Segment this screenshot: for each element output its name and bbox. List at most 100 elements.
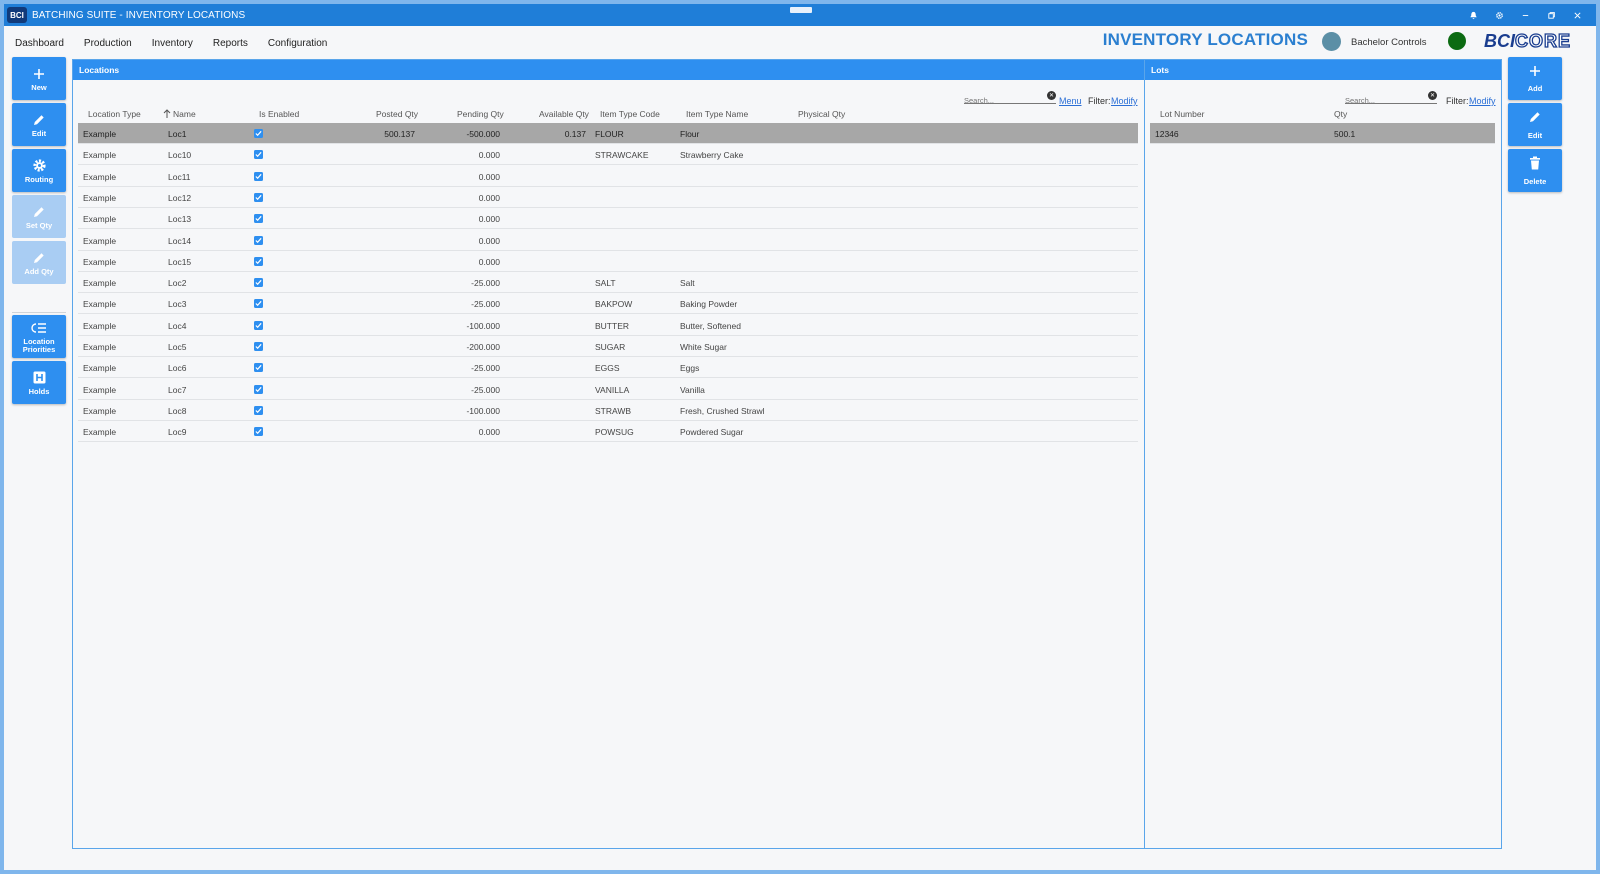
lots-filter-modify-link[interactable]: Modify <box>1469 96 1496 106</box>
table-row[interactable]: Example Loc4 -100.000 BUTTER Butter, Softene… <box>78 315 1138 336</box>
menu-configuration[interactable]: Configuration <box>268 38 327 49</box>
holds-button[interactable]: Holds <box>12 361 66 404</box>
brand-suffix: CORE <box>1514 30 1572 51</box>
cell-pending-qty: 0.000 <box>478 214 500 225</box>
menu-reports[interactable]: Reports <box>213 38 248 49</box>
add-lot-button[interactable]: Add <box>1508 57 1562 100</box>
column-header-posted-qty[interactable]: Posted Qty <box>376 109 418 119</box>
add-qty-button[interactable]: Add Qty <box>12 241 66 284</box>
is-enabled-checkbox[interactable] <box>254 235 263 245</box>
locations-filter-modify-link[interactable]: Modify <box>1111 96 1138 106</box>
column-header-item-type-code[interactable]: Item Type Code <box>600 109 660 119</box>
app-window: BCI BATCHING SUITE - INVENTORY LOCATIONS… <box>4 4 1596 870</box>
is-enabled-checkbox[interactable] <box>254 150 263 160</box>
column-header-physical-qty[interactable]: Physical Qty <box>798 109 845 119</box>
is-enabled-checkbox[interactable] <box>254 171 263 181</box>
is-enabled-checkbox[interactable] <box>254 129 263 138</box>
cell-item-type-code: STRAWB <box>595 405 632 416</box>
routing-button[interactable]: Routing <box>12 149 66 192</box>
column-header-pending-qty[interactable]: Pending Qty <box>457 109 504 119</box>
is-enabled-checkbox[interactable] <box>254 278 263 288</box>
menu-dashboard[interactable]: Dashboard <box>15 38 64 49</box>
table-row[interactable]: Example Loc3 -25.000 BAKPOW Baking Powder <box>78 293 1138 315</box>
table-row[interactable]: Example Loc10 0.000 STRAWCAKE Strawberry Cak… <box>78 144 1138 166</box>
table-row[interactable]: Example Loc14 0.000 <box>78 230 1138 251</box>
pencil-icon <box>32 112 46 128</box>
is-enabled-checkbox[interactable] <box>254 299 263 309</box>
delete-lot-label: Delete <box>1523 176 1547 186</box>
column-header-available-qty[interactable]: Available Qty <box>539 109 589 119</box>
new-button[interactable]: New <box>12 57 66 100</box>
table-row[interactable]: Example Loc5 -200.000 SUGAR White Sugar <box>78 336 1138 357</box>
column-header-lot-number[interactable]: Lot Number <box>1160 109 1204 119</box>
cell-location-type: Example <box>83 129 117 139</box>
column-header-location-type[interactable]: Location Type <box>88 109 141 119</box>
is-enabled-checkbox[interactable] <box>254 256 263 266</box>
is-enabled-checkbox[interactable] <box>254 363 263 373</box>
restore-icon[interactable] <box>1538 4 1564 26</box>
table-row[interactable]: Example Loc13 0.000 <box>78 208 1138 230</box>
is-enabled-checkbox[interactable] <box>254 405 263 415</box>
title-grip-handle[interactable] <box>790 7 812 13</box>
locations-menu-link[interactable]: Menu <box>1059 96 1082 106</box>
menu-inventory[interactable]: Inventory <box>152 38 193 49</box>
add-lot-label: Add <box>1527 84 1543 93</box>
table-row[interactable]: Example Loc7 -25.000 VANILLA Vanilla <box>78 379 1138 400</box>
table-row[interactable]: Example Loc15 0.000 <box>78 251 1138 272</box>
cell-pending-qty: 0.000 <box>478 256 500 267</box>
column-header-name[interactable]: Name <box>173 109 196 119</box>
table-row[interactable]: Example Loc2 -25.000 SALT Salt <box>78 272 1138 294</box>
cell-pending-qty: -25.000 <box>471 363 500 374</box>
edit-lot-button[interactable]: Edit <box>1508 103 1562 146</box>
location-priorities-label: Location Priorities <box>22 336 56 354</box>
clear-search-icon[interactable]: ✕ <box>1428 91 1437 100</box>
menu-production[interactable]: Production <box>84 38 132 49</box>
new-label: New <box>31 82 47 92</box>
cell-name: Loc14 <box>168 235 192 246</box>
cell-name: Loc6 <box>168 363 187 374</box>
user-name[interactable]: Bachelor Controls <box>1351 37 1427 48</box>
table-row[interactable]: Example Loc9 0.000 POWSUG Powdered Sugar <box>78 421 1138 443</box>
is-enabled-checkbox[interactable] <box>254 384 263 394</box>
locations-search-input[interactable] <box>964 94 1056 107</box>
table-row[interactable]: Example Loc11 0.000 <box>78 166 1138 187</box>
cell-item-type-code: STRAWCAKE <box>595 150 649 161</box>
minimize-icon[interactable] <box>1512 4 1538 26</box>
lots-search-input[interactable] <box>1345 94 1437 107</box>
is-enabled-checkbox[interactable] <box>254 342 263 351</box>
cell-name: Loc9 <box>168 427 187 438</box>
user-avatar[interactable] <box>1322 32 1341 51</box>
table-row[interactable]: Example Loc1 500.137 -500.000 0.137 FLOUR Flou… <box>78 123 1138 144</box>
cell-item-type-name: Vanilla <box>680 384 705 395</box>
cell-item-type-code: SALT <box>595 278 616 289</box>
set-qty-button[interactable]: Set Qty <box>12 195 66 238</box>
is-enabled-checkbox[interactable] <box>254 192 263 202</box>
title-bar[interactable]: BCI BATCHING SUITE - INVENTORY LOCATIONS <box>4 4 1596 26</box>
gear-icon[interactable] <box>1486 4 1512 26</box>
is-enabled-checkbox[interactable] <box>254 320 263 330</box>
column-header-qty[interactable]: Qty <box>1334 109 1347 119</box>
cell-pending-qty: -200.000 <box>466 342 500 352</box>
table-row[interactable]: Example Loc8 -100.000 STRAWB Fresh, Crushed … <box>78 400 1138 421</box>
delete-lot-button[interactable]: Delete <box>1508 149 1562 192</box>
table-row[interactable]: Example Loc6 -25.000 EGGS Eggs <box>78 357 1138 379</box>
is-enabled-checkbox[interactable] <box>254 427 263 437</box>
edit-button[interactable]: Edit <box>12 103 66 146</box>
cell-location-type: Example <box>83 427 117 438</box>
sort-ascending-icon[interactable] <box>163 109 171 120</box>
pencil-icon <box>32 204 46 220</box>
column-header-is-enabled[interactable]: Is Enabled <box>259 109 299 119</box>
column-header-item-type-name[interactable]: Item Type Name <box>686 109 748 119</box>
location-priorities-button[interactable]: Location Priorities <box>12 315 66 358</box>
close-icon[interactable] <box>1564 4 1590 26</box>
window-title: BATCHING SUITE - INVENTORY LOCATIONS <box>32 9 246 21</box>
cell-pending-qty: 0.000 <box>478 427 500 438</box>
clear-search-icon[interactable]: ✕ <box>1047 91 1056 100</box>
is-enabled-checkbox[interactable] <box>254 214 263 224</box>
bell-icon[interactable] <box>1460 4 1486 26</box>
cell-name: Loc11 <box>168 171 191 182</box>
table-row[interactable]: Example Loc12 0.000 <box>78 187 1138 208</box>
cell-name: Loc4 <box>168 320 187 331</box>
table-row[interactable]: 12346 500.1 <box>1150 123 1495 144</box>
locations-filter-label: Filter: <box>1088 96 1111 106</box>
